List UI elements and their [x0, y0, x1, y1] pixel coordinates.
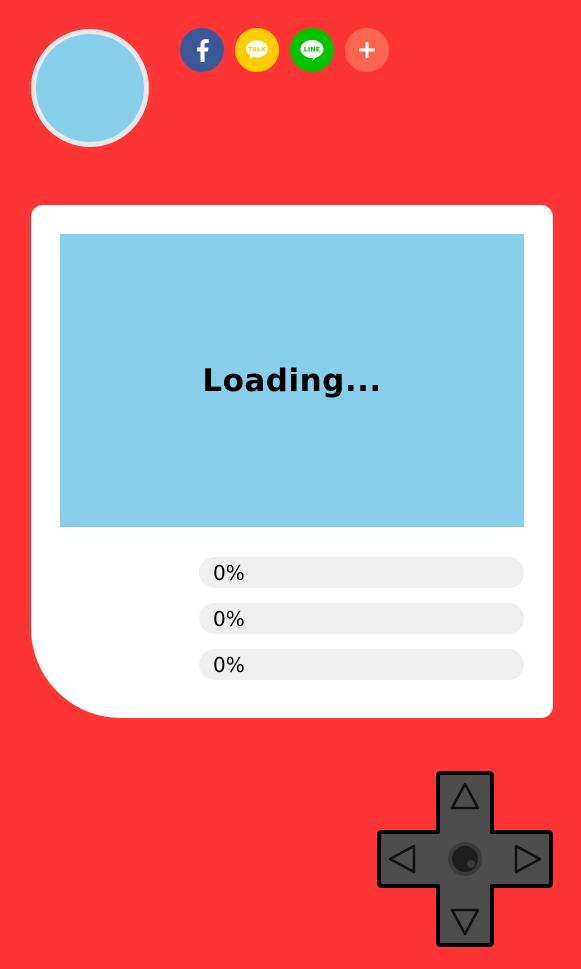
line-share-button[interactable]: LINE: [290, 28, 334, 72]
avatar: [31, 29, 149, 147]
game-screen: Loading...: [60, 234, 524, 527]
plus-icon: [359, 42, 375, 58]
dpad: [377, 771, 553, 947]
kakaotalk-share-button[interactable]: TALK: [235, 28, 279, 72]
progress-label: 0%: [213, 653, 245, 677]
progress-bar: 0%: [199, 557, 524, 588]
kakaotalk-icon: TALK: [246, 40, 268, 59]
dpad-center-button[interactable]: [448, 842, 482, 876]
progress-label: 0%: [213, 607, 245, 631]
kakaotalk-label: TALK: [248, 46, 267, 54]
line-icon: LINE: [300, 40, 324, 61]
progress-bar: 0%: [199, 603, 524, 634]
facebook-icon: [197, 39, 209, 62]
progress-bars: 0% 0% 0%: [199, 557, 524, 695]
loading-text: Loading...: [202, 362, 382, 399]
more-share-button[interactable]: [345, 28, 389, 72]
main-card: Loading... 0% 0% 0%: [31, 205, 553, 718]
line-label: LINE: [304, 46, 320, 54]
progress-bar: 0%: [199, 649, 524, 680]
progress-label: 0%: [213, 561, 245, 585]
facebook-share-button[interactable]: [180, 28, 224, 72]
share-bar: TALK LINE: [180, 28, 389, 72]
